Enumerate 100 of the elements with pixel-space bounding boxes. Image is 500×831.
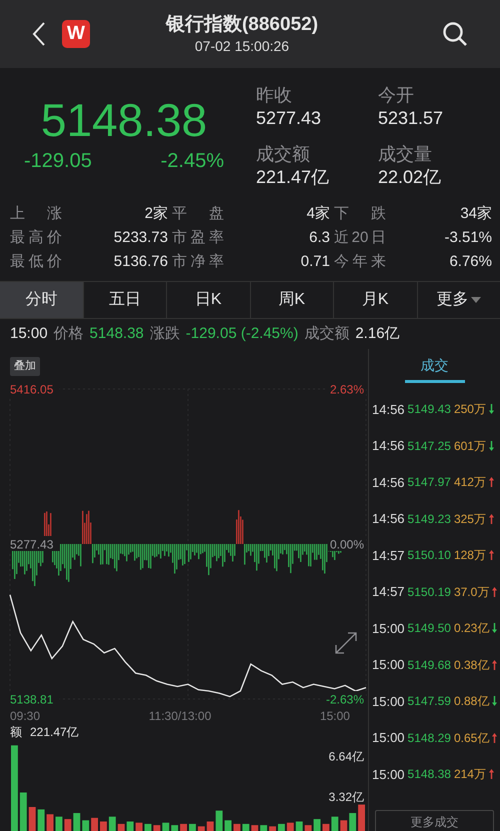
trade-volume: 601万	[454, 438, 486, 455]
stat-label: 最低价	[10, 252, 62, 272]
info-value: 2.16亿	[355, 325, 400, 342]
volume-total: 221.47亿	[30, 725, 79, 739]
volume-bar	[171, 825, 178, 831]
back-icon[interactable]	[32, 21, 46, 47]
trade-time: 14:57	[372, 583, 405, 601]
stat-value: 4家	[306, 204, 330, 224]
axis-label: 5138.81	[8, 691, 60, 706]
volume-bar	[118, 824, 125, 831]
volume-bar	[331, 816, 338, 831]
volume-bar	[162, 822, 170, 831]
volume-bar	[189, 824, 196, 831]
volume-bar	[234, 824, 240, 831]
trade-time: 15:00	[372, 766, 405, 784]
volume-bar	[108, 816, 116, 831]
volume-bar	[216, 810, 223, 831]
stat-label: 市盈率	[172, 228, 224, 248]
expand-icon	[335, 632, 357, 654]
volume-bar	[278, 824, 285, 831]
page-title: 银行指数(886052)	[164, 13, 320, 37]
volume-bar	[340, 820, 348, 831]
trade-volume: 0.23亿	[454, 620, 490, 638]
stat-value: 5136.76	[112, 252, 168, 272]
info-label: 涨跌	[150, 325, 180, 342]
stat-label: 今开	[378, 84, 415, 106]
logo[interactable]: W	[62, 20, 90, 48]
stat-label: 最高价	[10, 228, 62, 248]
stat-label: 近20日	[334, 228, 386, 248]
volume-bar	[251, 825, 258, 831]
trade-time: 14:56	[372, 474, 405, 492]
trade-price: 5148.29	[408, 730, 451, 747]
volume-label: 额	[10, 725, 22, 739]
timestamp: 07-02 15:00:26	[194, 37, 290, 55]
trades-tab[interactable]: 成交	[404, 349, 464, 383]
volume-bar	[260, 825, 268, 831]
trade-time: 15:00	[372, 692, 405, 710]
stat-value: 5231.57	[378, 107, 444, 130]
trade-time: 14:57	[372, 546, 405, 564]
trade-volume: 0.38亿	[454, 656, 490, 674]
trade-volume: 325万	[454, 510, 486, 528]
stat-label: 昨收	[256, 84, 293, 106]
stat-label: 上 涨	[10, 204, 62, 224]
stat-value: 22.02亿	[378, 166, 442, 189]
stat-label: 下 跌	[334, 204, 386, 224]
volume-bar	[46, 814, 54, 831]
volume-bar	[224, 820, 232, 831]
volume-bar	[82, 820, 90, 831]
volume-bar	[153, 825, 160, 831]
trade-volume: 0.88亿	[454, 693, 490, 710]
axis-label: 5277.43	[8, 536, 60, 552]
trade-price: 5149.23	[408, 510, 451, 528]
axis-label: 11:30/13:00	[148, 709, 212, 723]
trade-time: 15:00	[372, 620, 405, 638]
stat-value: 6.76%	[448, 252, 492, 272]
trade-price: 5147.59	[408, 693, 451, 710]
volume-bar	[349, 813, 356, 831]
volume-bar	[100, 822, 107, 831]
trade-volume: 37.0万	[454, 584, 490, 601]
stat-label: 成交额	[256, 143, 311, 165]
trade-time: 15:00	[372, 656, 405, 674]
trade-time: 14:56	[372, 400, 405, 418]
current-price: 5148.38	[40, 94, 208, 146]
trade-price: 5150.19	[408, 584, 451, 601]
stat-label: 市净率	[172, 252, 224, 272]
axis-label: -2.63%	[321, 691, 366, 706]
axis-label: 09:30	[10, 709, 40, 723]
trade-volume: 0.65亿	[454, 730, 490, 747]
trade-price: 5149.50	[408, 620, 451, 638]
stat-label: 平 盘	[172, 204, 224, 224]
info-value: 5148.38	[90, 325, 144, 342]
price-change: -129.05	[24, 149, 92, 174]
volume-bar	[28, 807, 36, 831]
trade-volume: 214万	[454, 766, 486, 784]
percent-change: -2.45%	[160, 149, 224, 174]
volume-bar	[304, 825, 312, 831]
info-value: -129.05 (-2.45%)	[186, 325, 298, 342]
trade-time: 14:56	[372, 437, 405, 455]
more-trades-button[interactable]: 更多成交	[375, 810, 494, 831]
chart-tab[interactable]: 分时	[0, 282, 84, 318]
y-tick-label: 5416.05	[10, 382, 54, 396]
info-time: 15:00	[10, 325, 48, 342]
volume-bar	[296, 822, 303, 831]
trade-volume: 412万	[454, 474, 486, 492]
volume-bar	[144, 824, 152, 831]
stat-label: 今年来	[334, 252, 386, 272]
stat-value: 221.47亿	[256, 166, 330, 189]
volume-bar	[198, 826, 205, 831]
trade-price: 5150.10	[408, 547, 451, 564]
overlay-button[interactable]: 叠加	[10, 357, 40, 376]
trade-volume: 128万	[454, 547, 486, 564]
search-icon[interactable]	[442, 21, 468, 47]
volume-bar	[56, 816, 62, 831]
stat-value: 34家	[459, 204, 492, 224]
volume-bar	[286, 822, 294, 831]
volume-bar	[73, 813, 80, 831]
trade-time: 15:00	[372, 729, 405, 747]
trade-price: 5149.68	[408, 656, 451, 674]
axis-label: 15:00	[320, 709, 350, 723]
trade-volume: 250万	[454, 401, 486, 418]
